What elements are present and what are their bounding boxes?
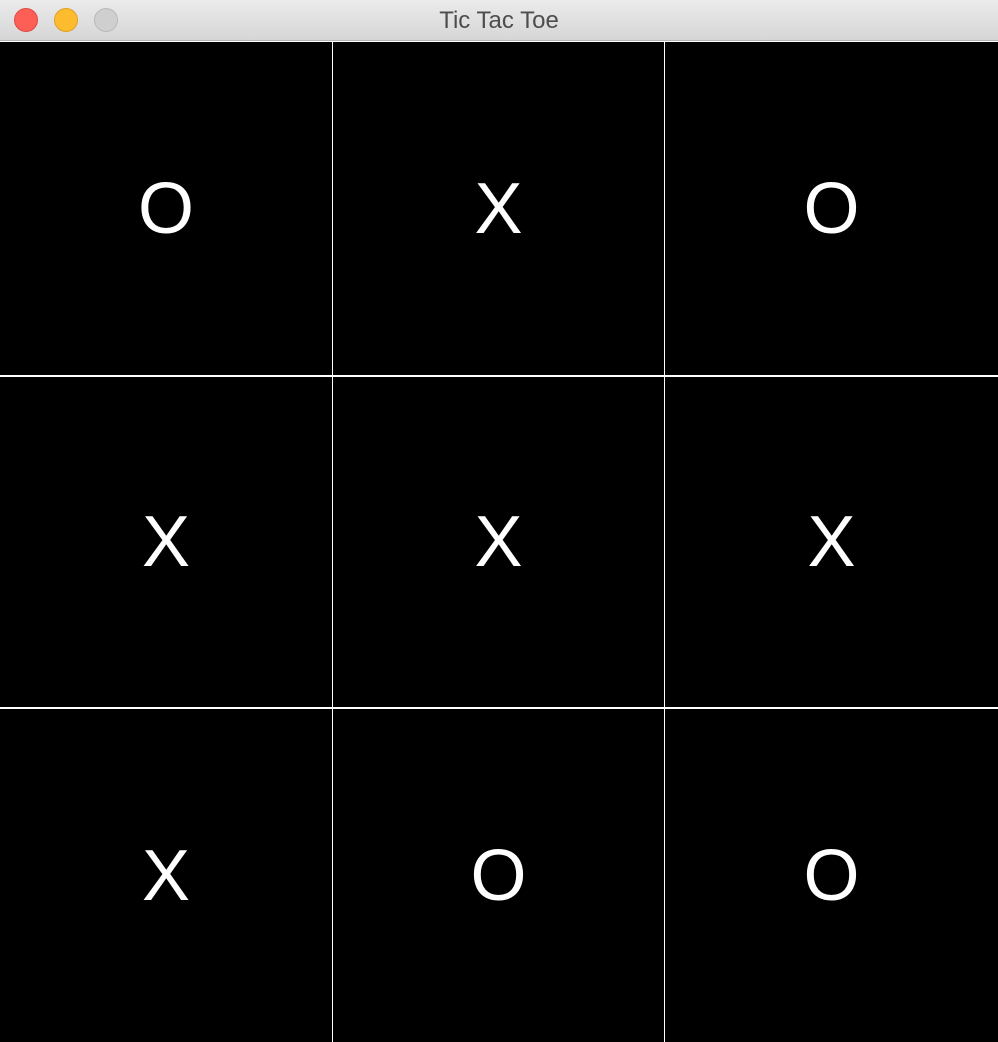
cell-mark: O bbox=[137, 168, 194, 249]
board-cell-r2-c2[interactable]: X bbox=[333, 377, 664, 707]
title-bar[interactable]: Tic Tac Toe bbox=[0, 0, 998, 41]
cell-mark: X bbox=[141, 835, 191, 916]
window-title: Tic Tac Toe bbox=[439, 7, 559, 34]
board-cell-r3-c3[interactable]: O bbox=[665, 709, 998, 1042]
tic-tac-toe-board: O X O X X X X O O bbox=[0, 42, 998, 1042]
board-cell-r3-c1[interactable]: X bbox=[0, 709, 332, 1042]
board-cell-r3-c2[interactable]: O bbox=[333, 709, 664, 1042]
board-cell-r1-c1[interactable]: O bbox=[0, 42, 332, 375]
cell-mark: X bbox=[474, 168, 523, 249]
board-cell-r1-c2[interactable]: X bbox=[333, 42, 664, 375]
board-cell-r1-c3[interactable]: O bbox=[665, 42, 998, 375]
cell-mark: X bbox=[807, 502, 856, 582]
cell-mark: O bbox=[803, 168, 860, 249]
cell-mark: X bbox=[474, 502, 523, 582]
board-cell-r2-c3[interactable]: X bbox=[665, 377, 998, 707]
cell-mark: X bbox=[141, 502, 191, 582]
cell-mark: O bbox=[803, 835, 860, 916]
board-cell-r2-c1[interactable]: X bbox=[0, 377, 332, 707]
app-window: Tic Tac Toe O X O X X X X O O bbox=[0, 0, 998, 1042]
cell-mark: O bbox=[470, 835, 527, 916]
